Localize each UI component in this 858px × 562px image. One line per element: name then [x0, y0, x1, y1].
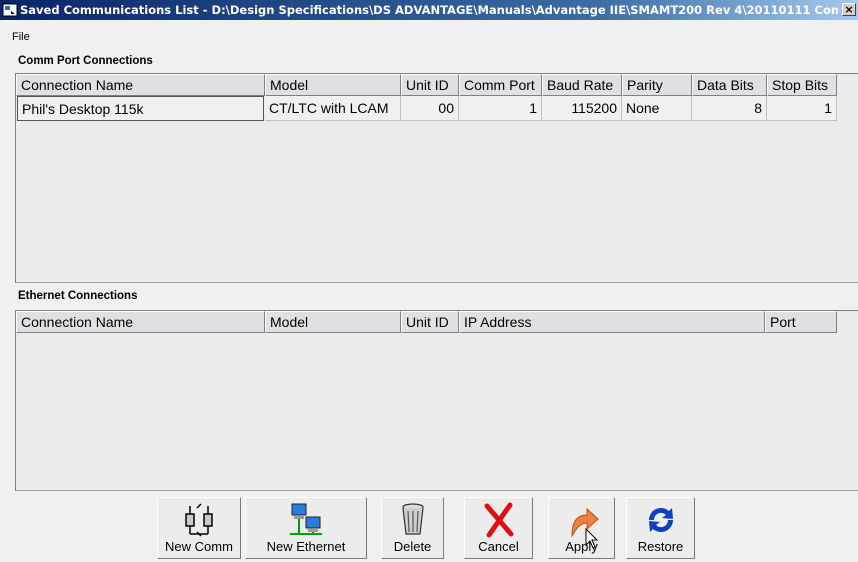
app-icon — [2, 3, 18, 17]
network-computers-icon — [290, 503, 322, 535]
cell-comm-port[interactable]: 1 — [459, 96, 542, 121]
restore-button[interactable]: Restore — [626, 497, 695, 559]
apply-button[interactable]: Apply — [548, 497, 615, 559]
comm-grid-header: Connection Name Model Unit ID Comm Port … — [16, 74, 858, 96]
cell-model[interactable]: CT/LTC with LCAM — [265, 96, 401, 121]
new-ethernet-button[interactable]: New Ethernet — [245, 497, 367, 559]
ethernet-section-label: Ethernet Connections — [18, 290, 138, 302]
column-header-ip-address[interactable]: IP Address — [459, 311, 765, 333]
cancel-button[interactable]: Cancel — [464, 497, 533, 559]
trash-can-icon — [401, 503, 424, 535]
apply-label: Apply — [565, 539, 598, 554]
column-header-stop-bits[interactable]: Stop Bits — [767, 74, 837, 96]
column-header-model[interactable]: Model — [265, 311, 401, 333]
column-header-parity[interactable]: Parity — [622, 74, 692, 96]
close-icon: × — [844, 3, 854, 16]
cell-connection-name[interactable]: Phil's Desktop 115k — [17, 96, 264, 121]
column-header-unit-id[interactable]: Unit ID — [401, 311, 459, 333]
title-bar[interactable]: Saved Communications List - D:\Design Sp… — [0, 0, 858, 20]
column-header-model[interactable]: Model — [265, 74, 401, 96]
menu-file[interactable]: File — [12, 31, 30, 43]
cell-unit-id[interactable]: 00 — [401, 96, 459, 121]
ethernet-grid-header: Connection Name Model Unit ID IP Address… — [16, 311, 858, 333]
column-header-connection-name[interactable]: Connection Name — [16, 74, 265, 96]
window-title: Saved Communications List - D:\Design Sp… — [20, 3, 838, 17]
cell-stop-bits[interactable]: 1 — [767, 96, 837, 121]
new-ethernet-label: New Ethernet — [266, 539, 346, 554]
table-row[interactable]: Phil's Desktop 115k CT/LTC with LCAM 00 … — [16, 96, 858, 121]
column-header-connection-name[interactable]: Connection Name — [16, 311, 265, 333]
mouse-cursor-icon — [585, 528, 599, 549]
restore-label: Restore — [637, 539, 684, 554]
cell-parity[interactable]: None — [622, 96, 692, 121]
new-comm-button[interactable]: New Comm — [157, 497, 241, 559]
delete-label: Delete — [393, 539, 432, 554]
cancel-label: Cancel — [478, 539, 519, 554]
menu-bar: File — [0, 20, 858, 43]
cancel-x-icon — [484, 502, 513, 538]
cell-data-bits[interactable]: 8 — [692, 96, 767, 121]
column-header-data-bits[interactable]: Data Bits — [692, 74, 767, 96]
column-header-comm-port[interactable]: Comm Port — [459, 74, 542, 96]
close-button[interactable]: × — [842, 3, 856, 16]
comm-port-icon — [185, 503, 213, 537]
comm-connections-grid[interactable]: Connection Name Model Unit ID Comm Port … — [15, 73, 858, 283]
column-header-baud-rate[interactable]: Baud Rate — [542, 74, 622, 96]
refresh-icon — [648, 507, 673, 533]
comm-section-label: Comm Port Connections — [18, 55, 153, 67]
delete-button[interactable]: Delete — [381, 497, 444, 559]
ethernet-connections-grid[interactable]: Connection Name Model Unit ID IP Address… — [15, 310, 858, 491]
new-comm-label: New Comm — [165, 539, 233, 554]
cell-baud-rate[interactable]: 115200 — [542, 96, 622, 121]
column-header-port[interactable]: Port — [765, 311, 837, 333]
column-header-unit-id[interactable]: Unit ID — [401, 74, 459, 96]
